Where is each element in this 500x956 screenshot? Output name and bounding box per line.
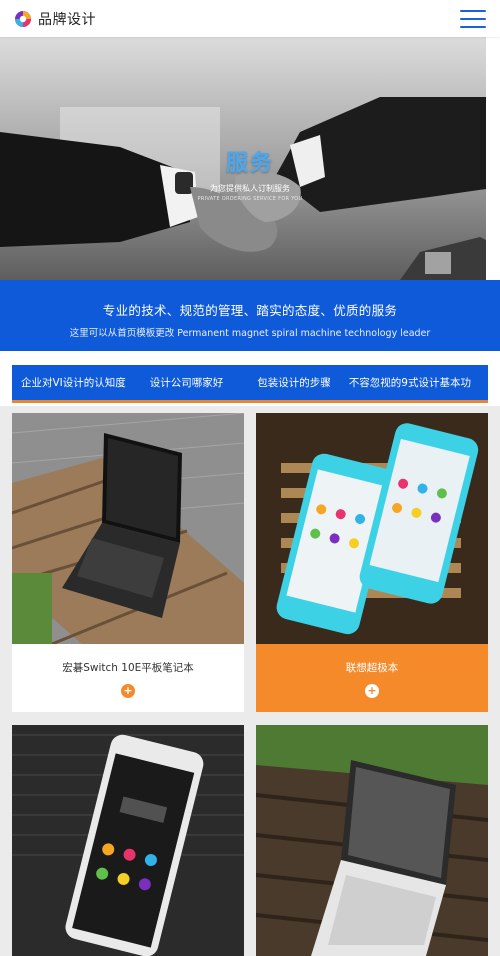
hamburger-menu-icon[interactable] xyxy=(460,9,486,28)
phones-on-wood-image xyxy=(256,413,488,644)
article-tabs: 企业对VI设计的认知度 设计公司哪家好 包装设计的步骤 不容忽视的9式设计基本功 xyxy=(12,365,488,403)
phone-on-fabric-image xyxy=(12,725,244,956)
brand[interactable]: 品牌设计 xyxy=(14,9,96,29)
band-title: 专业的技术、规范的管理、踏实的态度、优质的服务 xyxy=(102,303,398,318)
plus-icon[interactable]: + xyxy=(365,684,379,698)
product-card-body: 联想超极本 + xyxy=(256,644,488,712)
slogan-band: 专业的技术、规范的管理、踏实的态度、优质的服务 这里可以从首页模板更改 Perm… xyxy=(0,280,500,351)
product-card[interactable]: 联想超极本 + xyxy=(256,413,488,712)
article-tabs-section: 企业对VI设计的认知度 设计公司哪家好 包装设计的步骤 不容忽视的9式设计基本功 xyxy=(0,351,500,406)
product-title[interactable]: 宏碁Switch 10E平板笔记本 xyxy=(12,660,244,675)
product-card-body: 宏碁Switch 10E平板笔记本 + xyxy=(12,644,244,712)
product-title[interactable]: 联想超极本 xyxy=(256,660,488,675)
laptop-on-deck-image xyxy=(256,725,488,956)
tab-design-basics[interactable]: 不容忽视的9式设计基本功 xyxy=(340,375,480,390)
product-card[interactable] xyxy=(12,725,244,956)
plus-icon[interactable]: + xyxy=(121,684,135,698)
product-image[interactable] xyxy=(12,413,244,644)
brand-name: 品牌设计 xyxy=(38,11,96,28)
product-image[interactable] xyxy=(256,725,488,956)
hero-subtitle-en: PRIVATE ORDERING SERVICE FOR YOU xyxy=(197,196,303,202)
tab-packaging-steps[interactable]: 包装设计的步骤 xyxy=(248,375,340,390)
tab-vi-design[interactable]: 企业对VI设计的认知度 xyxy=(12,375,135,390)
hero-text: 服务 为您提供私人订制服务 PRIVATE ORDERING SERVICE F… xyxy=(0,145,500,202)
product-card[interactable]: 宏碁Switch 10E平板笔记本 + xyxy=(12,413,244,712)
tab-design-company[interactable]: 设计公司哪家好 xyxy=(141,375,233,390)
product-image[interactable] xyxy=(12,725,244,956)
product-card[interactable] xyxy=(256,725,488,956)
top-header: 品牌设计 xyxy=(0,0,500,37)
brand-logo-icon xyxy=(15,10,31,27)
product-image[interactable] xyxy=(256,413,488,644)
hero-subtitle: 为您提供私人订制服务 xyxy=(210,184,290,193)
band-subtitle: 这里可以从首页模板更改 Permanent magnet spiral mach… xyxy=(69,328,431,339)
hero-banner: 服务 为您提供私人订制服务 PRIVATE ORDERING SERVICE F… xyxy=(0,37,500,280)
hero-title: 服务 xyxy=(225,151,274,176)
laptop-on-bench-image xyxy=(12,413,244,644)
